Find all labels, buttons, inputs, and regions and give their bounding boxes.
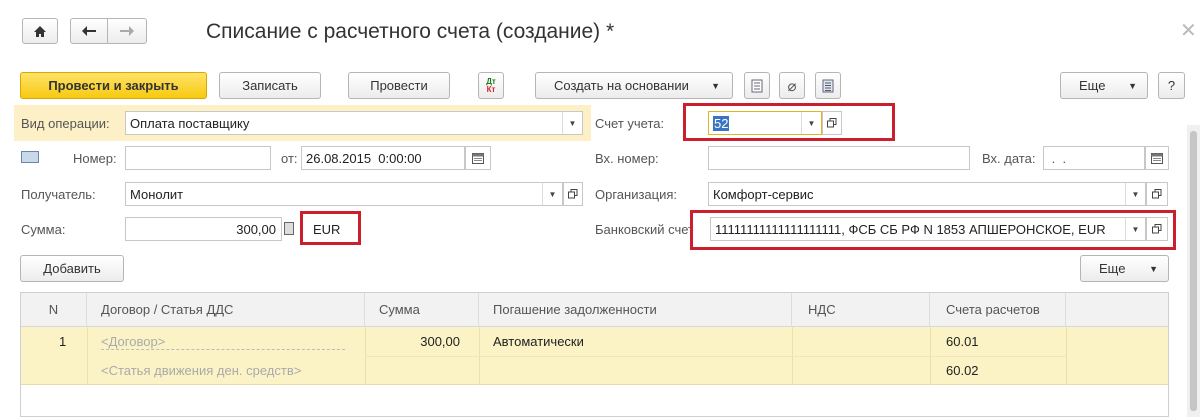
highlight-account [683, 103, 895, 141]
row-number: 1 [59, 334, 67, 349]
in-date-input[interactable]: . . [1043, 146, 1145, 170]
calculator-icon[interactable] [284, 222, 294, 235]
amount-value: 300,00 [236, 221, 276, 237]
date-input[interactable]: 26.08.2015 0:00:00 [301, 146, 465, 170]
column-header-repayment[interactable]: Погашение задолженности [479, 293, 792, 327]
organization-value: Комфорт-сервис [713, 186, 814, 202]
dt-kt-icon: Дт Кт [486, 76, 496, 94]
home-icon [34, 25, 46, 37]
add-row-button[interactable]: Добавить [20, 255, 124, 282]
row-account-2: 60.02 [946, 363, 979, 378]
report-button[interactable] [815, 72, 841, 99]
in-date-calendar-button[interactable] [1145, 146, 1169, 170]
chevron-down-icon: ▼ [1128, 80, 1137, 91]
create-based-on-button[interactable]: Создать на основании ▼ [535, 72, 733, 99]
scrollbar[interactable] [1187, 125, 1200, 417]
organization-open-button[interactable] [1146, 182, 1168, 206]
row-sum: 300,00 [420, 334, 460, 349]
dt-kt-button[interactable]: Дт Кт [478, 72, 504, 99]
post-and-close-button[interactable]: Провести и закрыть [20, 72, 207, 99]
chevron-down-icon[interactable]: ▼ [542, 183, 562, 205]
chevron-down-icon[interactable]: ▼ [1125, 183, 1145, 205]
back-button[interactable] [70, 18, 108, 44]
amount-label: Сумма: [21, 222, 66, 237]
help-button[interactable]: ? [1158, 72, 1185, 99]
highlight-currency [300, 211, 361, 245]
open-window-icon [568, 189, 578, 199]
column-header-vat[interactable]: НДС [792, 293, 930, 327]
in-number-input[interactable] [708, 146, 970, 170]
chevron-down-icon: ▼ [1149, 263, 1158, 274]
row-account-1: 60.01 [946, 334, 979, 349]
create-based-on-label: Создать на основании [554, 78, 689, 93]
chevron-down-icon[interactable]: ▼ [562, 112, 582, 134]
date-from-label: от: [281, 151, 298, 166]
column-header-accounts[interactable]: Счета расчетов [930, 293, 1066, 327]
amount-input[interactable]: 300,00 [125, 217, 282, 241]
page-title: Списание с расчетного счета (создание) * [206, 20, 615, 43]
table-more-label: Еще [1099, 261, 1126, 276]
recipient-select[interactable]: Монолит ▼ [125, 182, 563, 206]
highlight-bank-account [690, 210, 1176, 250]
more-label: Еще [1079, 78, 1106, 93]
report-icon [822, 79, 834, 92]
paperclip-icon: ⌀ [787, 77, 797, 95]
date-value: 26.08.2015 0:00:00 [306, 150, 422, 166]
in-date-label: Вх. дата: [982, 151, 1036, 166]
bank-account-label: Банковский счет: [595, 222, 698, 237]
column-header-spacer [1066, 293, 1168, 327]
table-more-button[interactable]: Еще ▼ [1080, 255, 1169, 282]
payment-table: N Договор / Статья ДДС Сумма Погашение з… [20, 292, 1169, 417]
document-button[interactable] [744, 72, 770, 99]
scrollbar-thumb[interactable] [1190, 131, 1197, 411]
recipient-value: Монолит [130, 186, 184, 202]
recipient-label: Получатель: [21, 187, 96, 202]
calendar-button[interactable] [465, 146, 491, 170]
dds-placeholder[interactable]: <Статья движения ден. средств> [101, 363, 301, 378]
table-row[interactable]: 1 <Договор> <Статья движения ден. средст… [21, 327, 1168, 385]
calendar-icon [472, 152, 484, 164]
forward-button[interactable] [107, 18, 147, 44]
document-icon [751, 79, 763, 92]
close-icon[interactable]: ✕ [1180, 18, 1197, 43]
operation-select[interactable]: Оплата поставщику ▼ [125, 111, 583, 135]
save-button[interactable]: Записать [219, 72, 321, 99]
arrow-left-icon [82, 26, 96, 36]
in-number-label: Вх. номер: [595, 151, 659, 166]
column-header-sum[interactable]: Сумма [365, 293, 479, 327]
arrow-right-icon [120, 26, 134, 36]
open-window-icon [1152, 189, 1162, 199]
row-repayment: Автоматически [493, 334, 584, 349]
home-button[interactable] [22, 18, 58, 44]
more-button[interactable]: Еще ▼ [1060, 72, 1148, 99]
column-header-contract[interactable]: Договор / Статья ДДС [87, 293, 365, 327]
recipient-open-button[interactable] [563, 182, 583, 206]
organization-select[interactable]: Комфорт-сервис ▼ [708, 182, 1146, 206]
card-icon [21, 151, 39, 163]
operation-label: Вид операции: [21, 116, 110, 131]
calendar-icon [1151, 152, 1163, 164]
organization-label: Организация: [595, 187, 678, 202]
attachment-button[interactable]: ⌀ [779, 72, 805, 99]
operation-value: Оплата поставщику [130, 115, 250, 131]
number-input[interactable] [125, 146, 271, 170]
number-label: Номер: [73, 151, 117, 166]
contract-placeholder[interactable]: <Договор> [101, 334, 345, 350]
chevron-down-icon: ▼ [711, 80, 720, 91]
post-button[interactable]: Провести [348, 72, 450, 99]
account-label: Счет учета: [595, 116, 665, 131]
column-header-n[interactable]: N [21, 293, 87, 327]
